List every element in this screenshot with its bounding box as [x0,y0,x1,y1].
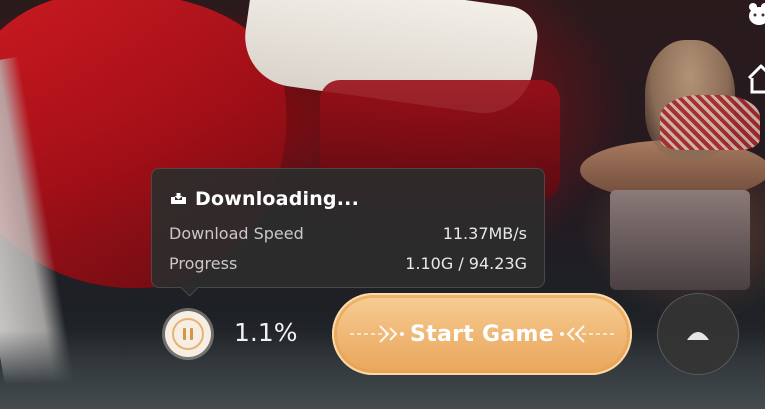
start-game-label: Start Game [410,321,554,347]
download-header: Downloading... [170,188,359,210]
download-status-title: Downloading... [195,188,359,210]
download-progress-label: Progress [169,254,238,273]
collapse-panel-button[interactable] [657,293,739,375]
background-stool-body [610,190,750,290]
home-icon[interactable] [747,62,765,96]
download-speed-label: Download Speed [169,224,304,243]
download-speed-value: 11.37MB/s [442,224,527,243]
background-teddy-dress [660,95,760,150]
download-progress-value: 1.10G / 94.23G [405,254,527,273]
bear-icon[interactable] [747,2,765,26]
download-tray-icon [171,193,186,204]
start-game-button[interactable]: Start Game [332,293,632,375]
chevron-up-icon [687,332,709,340]
ornament-left-icon [350,325,404,343]
pause-icon [172,318,204,350]
pause-download-button[interactable] [165,311,211,357]
download-speed-row: Download Speed 11.37MB/s [169,224,527,243]
download-info-panel: Downloading... Download Speed 11.37MB/s … [151,168,545,288]
ornament-right-icon [560,325,614,343]
download-progress-row: Progress 1.10G / 94.23G [169,254,527,273]
download-percent: 1.1% [234,318,298,347]
launcher-window: Downloading... Download Speed 11.37MB/s … [0,0,765,409]
